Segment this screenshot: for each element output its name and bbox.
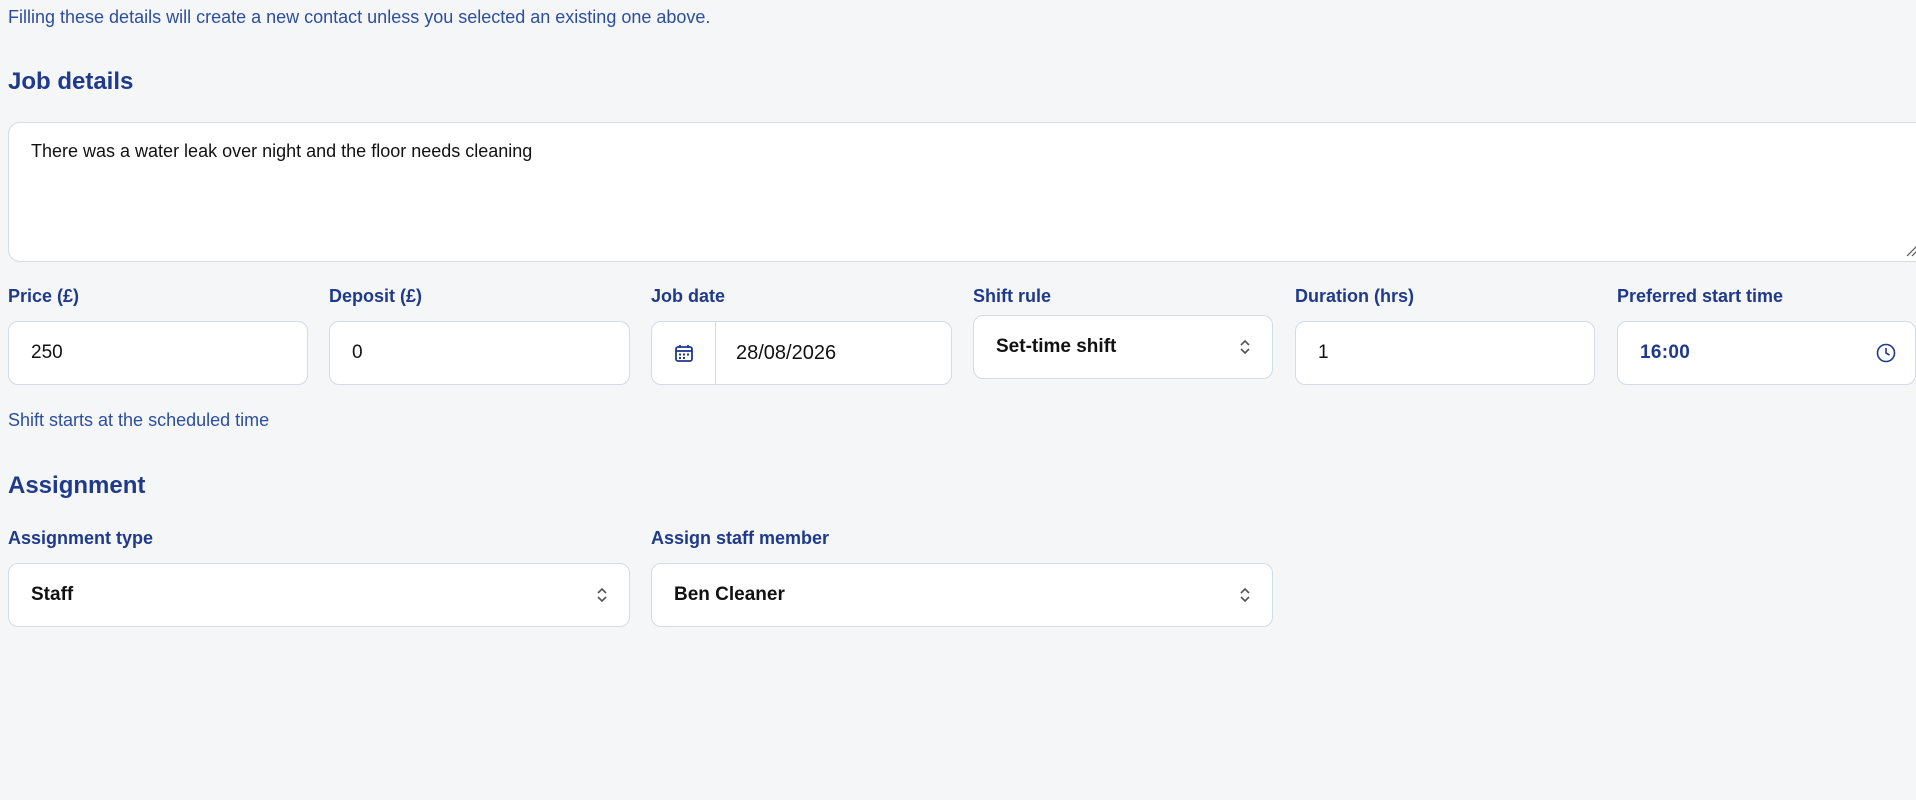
assign-staff-select[interactable]: Ben Cleaner	[651, 563, 1273, 627]
calendar-icon	[674, 345, 693, 362]
job-description-textarea[interactable]: There was a water leak over night and th…	[8, 122, 1916, 262]
start-time-value: 16:00	[1640, 342, 1691, 363]
chevron-up-down-icon	[597, 587, 607, 603]
date-picker-button[interactable]	[652, 322, 716, 384]
price-value: 250	[31, 342, 63, 363]
assignment-type-field: Assignment type Staff	[8, 528, 630, 627]
duration-label: Duration (hrs)	[1295, 286, 1414, 306]
job-date-value: 28/08/2026	[736, 341, 837, 364]
assignment-type-value: Staff	[31, 584, 74, 605]
duration-input[interactable]: 1	[1295, 321, 1595, 385]
contact-hint: Filling these details will create a new …	[8, 7, 711, 27]
price-input[interactable]: 250	[8, 321, 308, 385]
price-label: Price (£)	[8, 286, 80, 306]
shift-rule-field: Shift rule Set-time shift	[973, 286, 1273, 379]
start-time-input[interactable]: 16:00	[1617, 321, 1916, 385]
deposit-field: Deposit (£) 0	[329, 286, 630, 385]
job-date-input[interactable]: 28/08/2026	[651, 321, 952, 385]
job-date-field: Job date 28/08/2026	[651, 286, 952, 385]
start-time-field: Preferred start time 16:00	[1617, 286, 1916, 385]
chevron-up-down-icon	[1240, 587, 1250, 603]
job-details-title: Job details	[8, 68, 134, 95]
shift-rule-value: Set-time shift	[996, 336, 1117, 357]
assign-staff-label: Assign staff member	[651, 528, 830, 548]
shift-rule-select[interactable]: Set-time shift	[973, 315, 1273, 379]
assignment-type-label: Assignment type	[8, 528, 154, 548]
assignment-type-select[interactable]: Staff	[8, 563, 630, 627]
deposit-label: Deposit (£)	[329, 286, 423, 306]
duration-field: Duration (hrs) 1	[1295, 286, 1595, 385]
job-form-page: Filling these details will create a new …	[0, 0, 1916, 800]
assign-staff-value: Ben Cleaner	[674, 584, 785, 605]
duration-value: 1	[1318, 342, 1329, 363]
job-description-text: There was a water leak over night and th…	[31, 141, 533, 161]
start-time-label: Preferred start time	[1617, 286, 1784, 306]
resize-grip-icon[interactable]	[1905, 243, 1916, 257]
deposit-value: 0	[352, 342, 363, 363]
shift-rule-label: Shift rule	[973, 286, 1052, 306]
assign-staff-field: Assign staff member Ben Cleaner	[651, 528, 1273, 627]
shift-rule-note: Shift starts at the scheduled time	[8, 410, 270, 430]
job-date-label: Job date	[651, 286, 726, 306]
chevron-up-down-icon	[1240, 339, 1250, 355]
clock-icon[interactable]	[1875, 342, 1897, 364]
price-field: Price (£) 250	[8, 286, 308, 385]
deposit-input[interactable]: 0	[329, 321, 630, 385]
assignment-title: Assignment	[8, 472, 146, 499]
